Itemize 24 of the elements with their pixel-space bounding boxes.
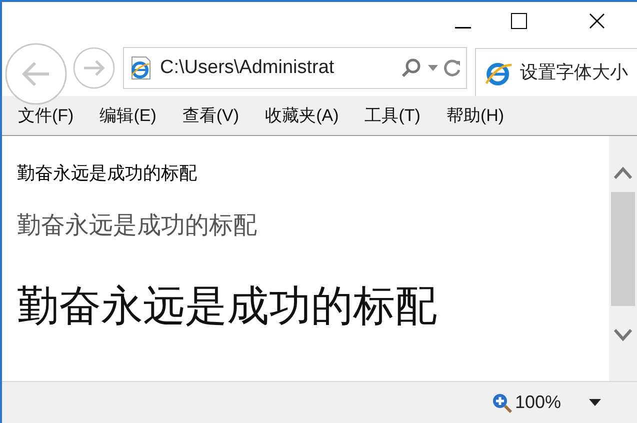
text-line: 勤奋永远是成功的标配 (17, 211, 257, 241)
text-line: 勤奋永远是成功的标配 (17, 162, 197, 185)
menu-item[interactable]: 编辑(E) (100, 102, 156, 128)
address-bar[interactable]: C:\Users\Administrat (123, 47, 467, 89)
scroll-down-icon[interactable] (613, 328, 633, 342)
maximize-icon[interactable] (511, 13, 527, 29)
text-line: 勤奋永远是成功的标配 (17, 281, 437, 331)
menu-item[interactable]: 收藏夹(A) (265, 102, 339, 128)
dropdown-caret-icon[interactable] (589, 399, 601, 406)
search-icon[interactable] (400, 57, 422, 79)
minimize-icon[interactable] (455, 27, 471, 29)
zoom-icon[interactable] (490, 392, 513, 414)
menu-item[interactable]: 工具(T) (364, 102, 420, 128)
menu-item[interactable]: 文件(F) (18, 102, 74, 128)
scroll-up-icon[interactable] (613, 166, 633, 180)
menu-item[interactable]: 查看(V) (182, 102, 240, 128)
address-text[interactable]: C:\Users\Administrat (160, 54, 334, 82)
scrollbar[interactable] (609, 136, 637, 381)
menu-item[interactable]: 帮助(H) (446, 102, 504, 128)
refresh-icon[interactable] (444, 59, 462, 77)
zoom-level[interactable]: 100% (514, 389, 561, 416)
tab-title: 设置字体大小 (520, 61, 628, 84)
scroll-thumb[interactable] (611, 192, 635, 306)
close-icon[interactable] (589, 13, 605, 29)
